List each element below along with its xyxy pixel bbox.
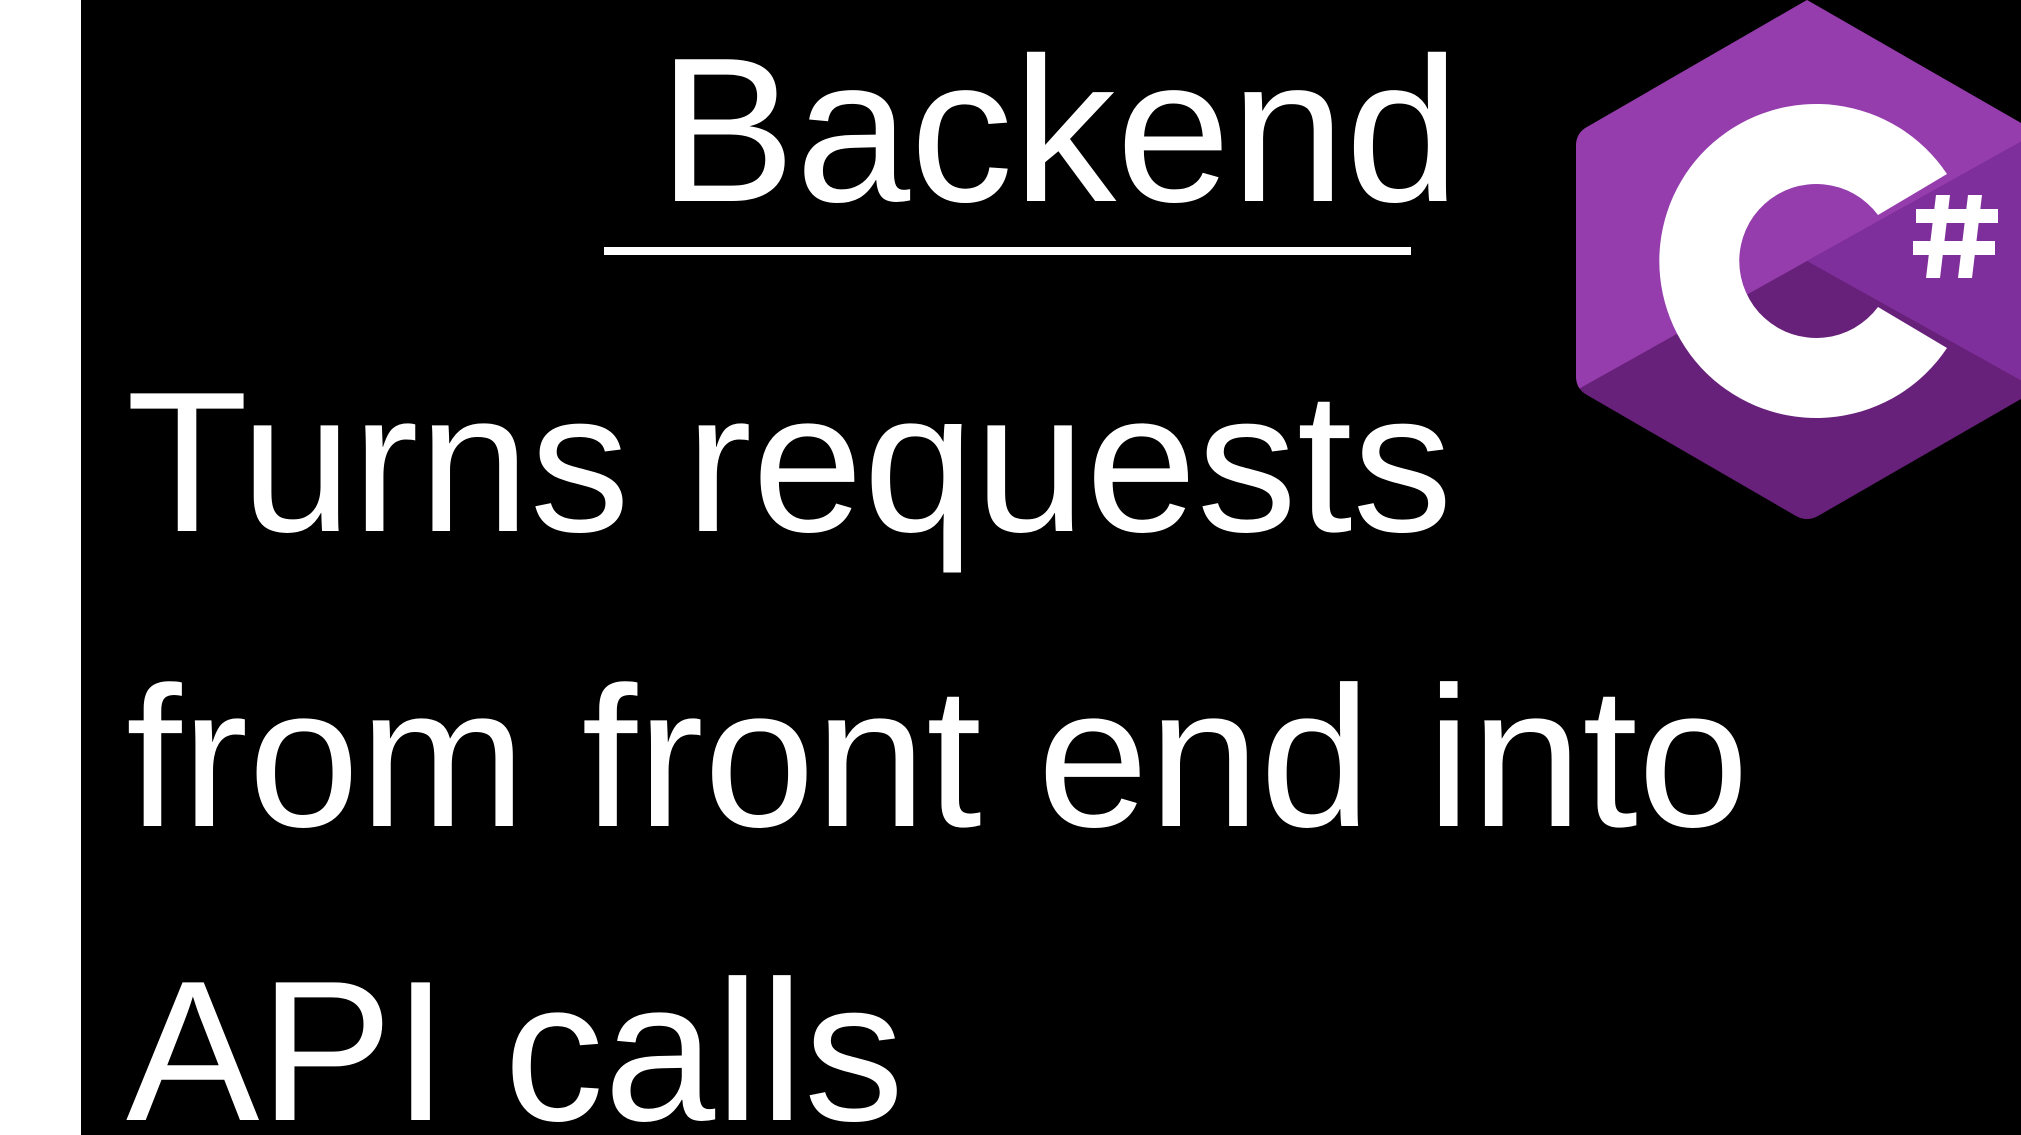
body-line-3: API calls [126, 940, 905, 1135]
slide: Backend Turns requests from front end in… [81, 0, 2021, 1135]
slide-title: Backend [658, 15, 1460, 245]
csharp-logo-icon [1576, 0, 2021, 519]
body-line-2: from front end into [126, 646, 1750, 869]
page: Backend Turns requests from front end in… [0, 0, 2021, 1135]
body-line-1: Turns requests [126, 351, 1453, 574]
title-underline [604, 247, 1411, 255]
